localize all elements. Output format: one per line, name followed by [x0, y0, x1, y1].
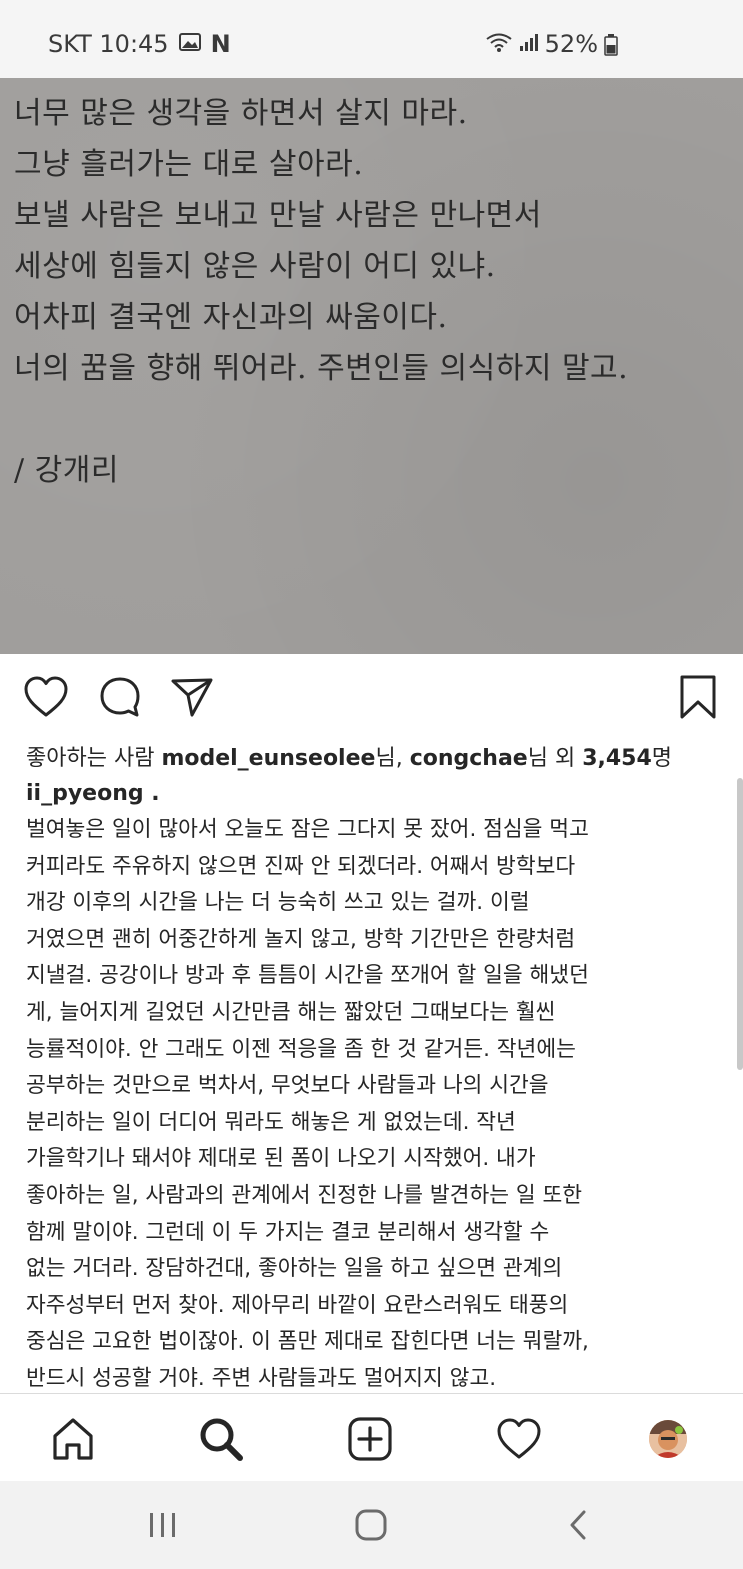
caption-line: 지낼걸. 공강이나 방과 후 틈틈이 시간을 쪼개어 할 일을 해냈던: [26, 963, 589, 989]
nav-home[interactable]: [46, 1412, 100, 1466]
poem-line: 세상에 힘들지 않은 사람이 어디 있냐.: [14, 249, 496, 284]
gallery-icon: [178, 30, 201, 58]
nav-activity[interactable]: [492, 1412, 546, 1466]
comment-button[interactable]: [94, 670, 146, 724]
caption-line: 없는 거더라. 장담하건대, 좋아하는 일을 하고 싶으면 관계의: [26, 1256, 563, 1282]
add-post-icon: [348, 1417, 392, 1461]
back-button[interactable]: [548, 1503, 608, 1547]
likes-summary[interactable]: 좋아하는 사람 model_eunseolee님, congchae님 외 3,…: [26, 740, 672, 772]
carrier-time: SKT 10:45: [48, 30, 169, 58]
poem-line: 어차피 결국엔 자신과의 싸움이다.: [14, 300, 448, 335]
caption-line: 중심은 고요한 법이잖아. 이 폼만 제대로 잡힌다면 너는 뭐랄까,: [26, 1329, 589, 1355]
profile-avatar[interactable]: [649, 1420, 687, 1458]
share-button[interactable]: [166, 670, 218, 724]
caption-line: 자주성부터 먼저 찾아. 제아무리 바깥이 요란스러워도 태풍의: [26, 1292, 569, 1318]
caption-line: 좋아하는 일, 사람과의 관계에서 진정한 나를 발견하는 일 또한: [26, 1182, 583, 1208]
caption-line: 개강 이후의 시간을 나는 더 능숙히 쓰고 있는 걸까. 이럴: [26, 890, 530, 916]
poem-gap: [14, 398, 739, 449]
recents-button[interactable]: [133, 1503, 193, 1547]
caption-line: 함께 말이야. 그런데 이 두 가지는 결코 분리해서 생각할 수: [26, 1219, 550, 1245]
scrollbar-thumb[interactable]: [737, 778, 743, 1070]
post-action-bar: [0, 670, 743, 726]
caption-line: 분리하는 일이 더디어 뭐라도 해놓은 게 없었는데. 작년: [26, 1109, 516, 1135]
bottom-nav: [0, 1393, 743, 1481]
system-nav-bar: [0, 1481, 743, 1569]
caption-line: 게, 늘어지게 길었던 시간만큼 해는 짧았던 그때보다는 훨씬: [26, 999, 556, 1025]
likes-count[interactable]: 3,454: [582, 746, 652, 771]
liker-username[interactable]: model_eunseolee: [161, 746, 375, 771]
author-username[interactable]: ii_pyeong .: [26, 781, 160, 806]
home-icon: [53, 1418, 93, 1460]
home-button-icon: [355, 1509, 387, 1541]
poem-line: 그냥 흘러가는 대로 살아라.: [14, 147, 364, 182]
signal-icon: [519, 30, 539, 58]
post-caption: 벌여놓은 일이 많아서 오늘도 잠은 그다지 못 잤어. 점심을 먹고 커피라도…: [26, 812, 726, 1398]
battery-percent: 52%: [544, 30, 598, 58]
nav-search[interactable]: [194, 1412, 248, 1466]
caption-line: 가을학기나 돼서야 제대로 된 폼이 나오기 시작했어. 내가: [26, 1146, 536, 1172]
poem-line: 보낼 사람은 보내고 만날 사람은 만나면서: [14, 198, 542, 233]
likes-suffix: 님 외: [527, 746, 583, 771]
status-right: 52%: [485, 30, 618, 58]
nav-profile[interactable]: [641, 1412, 695, 1466]
save-button[interactable]: [672, 670, 724, 724]
share-icon: [171, 678, 213, 717]
back-icon: [570, 1510, 586, 1540]
nav-new-post[interactable]: [343, 1412, 397, 1466]
caption-line: 능률적이야. 안 그래도 이젠 적응을 좀 한 것 같거든. 작년에는: [26, 1036, 576, 1062]
like-button[interactable]: [20, 670, 72, 724]
likes-suffix: 님,: [375, 746, 410, 771]
heart-icon: [24, 676, 68, 717]
bookmark-icon: [680, 675, 716, 719]
home-system-button[interactable]: [341, 1503, 401, 1547]
n-notification-icon: N: [210, 30, 231, 58]
caption-line: 반드시 성공할 거야. 주변 사람들과도 멀어지지 않고.: [26, 1365, 497, 1391]
post-image[interactable]: 너무 많은 생각을 하면서 살지 마라. 그냥 흘러가는 대로 살아라. 보낼 …: [0, 78, 743, 654]
poem-line: 너의 꿈을 향해 뛰어라. 주변인들 의식하지 말고.: [14, 351, 629, 386]
comment-icon: [100, 677, 140, 717]
liker-username[interactable]: congchae: [410, 746, 528, 771]
poem-signature: / 강개리: [14, 453, 119, 488]
caption-line: 커피라도 주유하지 않으면 진짜 안 되겠더라. 어째서 방학보다: [26, 853, 576, 879]
likes-suffix: 명: [651, 746, 673, 771]
poem-line: 너무 많은 생각을 하면서 살지 마라.: [14, 96, 468, 131]
likes-prefix: 좋아하는 사람: [26, 746, 162, 771]
poem-text: 너무 많은 생각을 하면서 살지 마라. 그냥 흘러가는 대로 살아라. 보낼 …: [14, 92, 739, 500]
activity-heart-icon: [497, 1418, 541, 1459]
search-icon: [200, 1418, 243, 1461]
caption-line: 거였으면 괜히 어중간하게 놀지 않고, 방학 기간만은 한량처럼: [26, 926, 576, 952]
status-left: SKT 10:45 N: [48, 30, 231, 58]
recents-icon: [150, 1513, 175, 1537]
status-bar: SKT 10:45 N 52%: [0, 0, 743, 78]
battery-icon: [604, 34, 618, 62]
caption-line: 공부하는 것만으로 벅차서, 무엇보다 사람들과 나의 시간을: [26, 1073, 549, 1099]
wifi-icon: [485, 30, 513, 58]
caption-line: 벌여놓은 일이 많아서 오늘도 잠은 그다지 못 잤어. 점심을 먹고: [26, 817, 589, 842]
